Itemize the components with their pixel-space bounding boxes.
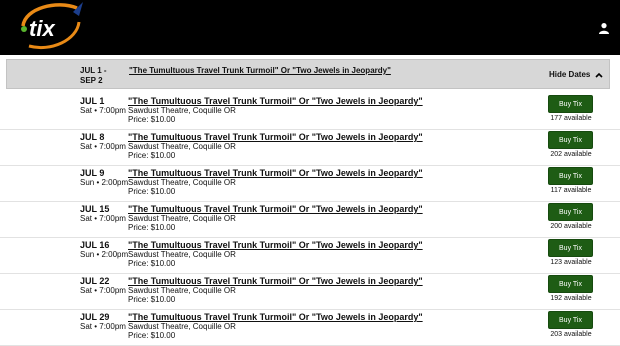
seats-available: 200 available	[550, 223, 592, 230]
performance-price: Price: $10.00	[128, 331, 176, 340]
seats-available: 203 available	[550, 331, 592, 338]
seats-available: 202 available	[550, 151, 592, 158]
performance-price: Price: $10.00	[128, 187, 176, 196]
summary-date-end: SEP 2	[80, 76, 103, 85]
summary-event-title[interactable]: "The Tumultuous Travel Trunk Turmoil" Or…	[129, 66, 391, 75]
performance-time: Sat • 7:00pm	[80, 142, 126, 151]
performance-title-link[interactable]: "The Tumultuous Travel Trunk Turmoil" Or…	[128, 240, 423, 250]
user-icon[interactable]	[598, 22, 610, 34]
chevron-up-icon	[595, 72, 603, 78]
seats-available: 192 available	[550, 295, 592, 302]
performance-date: JUL 29	[80, 312, 110, 322]
event-summary-bar: JUL 1 - SEP 2 "The Tumultuous Travel Tru…	[6, 59, 610, 89]
performance-title-link[interactable]: "The Tumultuous Travel Trunk Turmoil" Or…	[128, 132, 423, 142]
performance-price: Price: $10.00	[128, 151, 176, 160]
performance-time: Sun • 2:00pm	[80, 250, 129, 259]
seats-available: 117 available	[550, 187, 592, 194]
performance-title-link[interactable]: "The Tumultuous Travel Trunk Turmoil" Or…	[128, 204, 423, 214]
performance-time: Sun • 2:00pm	[80, 178, 129, 187]
performance-date: JUL 8	[80, 132, 105, 142]
performance-row: JUL 16 Sun • 2:00pm "The Tumultuous Trav…	[0, 238, 620, 274]
performance-row: JUL 1 Sat • 7:00pm "The Tumultuous Trave…	[0, 94, 620, 130]
performance-date: JUL 15	[80, 204, 110, 214]
performance-title-link[interactable]: "The Tumultuous Travel Trunk Turmoil" Or…	[128, 96, 423, 106]
performance-price: Price: $10.00	[128, 295, 176, 304]
seats-available: 177 available	[550, 115, 592, 122]
buy-tix-button[interactable]: Buy Tix	[548, 95, 593, 113]
seats-available: 123 available	[550, 259, 592, 266]
performance-date: JUL 16	[80, 240, 110, 250]
performance-row: JUL 8 Sat • 7:00pm "The Tumultuous Trave…	[0, 130, 620, 166]
tix-logo[interactable]: tix	[17, 2, 83, 52]
buy-tix-button[interactable]: Buy Tix	[548, 275, 593, 293]
performance-row: JUL 15 Sat • 7:00pm "The Tumultuous Trav…	[0, 202, 620, 238]
performance-date: JUL 9	[80, 168, 105, 178]
performance-row: JUL 9 Sun • 2:00pm "The Tumultuous Trave…	[0, 166, 620, 202]
performance-price: Price: $10.00	[128, 115, 176, 124]
buy-tix-button[interactable]: Buy Tix	[548, 239, 593, 257]
hide-dates-toggle[interactable]: Hide Dates	[549, 70, 603, 79]
performance-title-link[interactable]: "The Tumultuous Travel Trunk Turmoil" Or…	[128, 312, 423, 322]
performance-time: Sat • 7:00pm	[80, 214, 126, 223]
buy-tix-button[interactable]: Buy Tix	[548, 311, 593, 329]
performance-price: Price: $10.00	[128, 223, 176, 232]
buy-tix-button[interactable]: Buy Tix	[548, 167, 593, 185]
performance-row: JUL 29 Sat • 7:00pm "The Tumultuous Trav…	[0, 310, 620, 346]
performance-date: JUL 22	[80, 276, 110, 286]
buy-tix-button[interactable]: Buy Tix	[548, 203, 593, 221]
performance-price: Price: $10.00	[128, 259, 176, 268]
performance-time: Sat • 7:00pm	[80, 286, 126, 295]
performance-time: Sat • 7:00pm	[80, 322, 126, 331]
summary-date-start: JUL 1 -	[80, 66, 107, 75]
performance-time: Sat • 7:00pm	[80, 106, 126, 115]
performance-date: JUL 1	[80, 96, 105, 106]
buy-tix-button[interactable]: Buy Tix	[548, 131, 593, 149]
hide-dates-label: Hide Dates	[549, 70, 591, 79]
logo-wordmark: tix	[29, 16, 55, 41]
summary-date-range: JUL 1 - SEP 2	[80, 66, 107, 86]
top-bar: tix	[0, 0, 620, 55]
performance-title-link[interactable]: "The Tumultuous Travel Trunk Turmoil" Or…	[128, 168, 423, 178]
performance-title-link[interactable]: "The Tumultuous Travel Trunk Turmoil" Or…	[128, 276, 423, 286]
performance-row: JUL 22 Sat • 7:00pm "The Tumultuous Trav…	[0, 274, 620, 310]
